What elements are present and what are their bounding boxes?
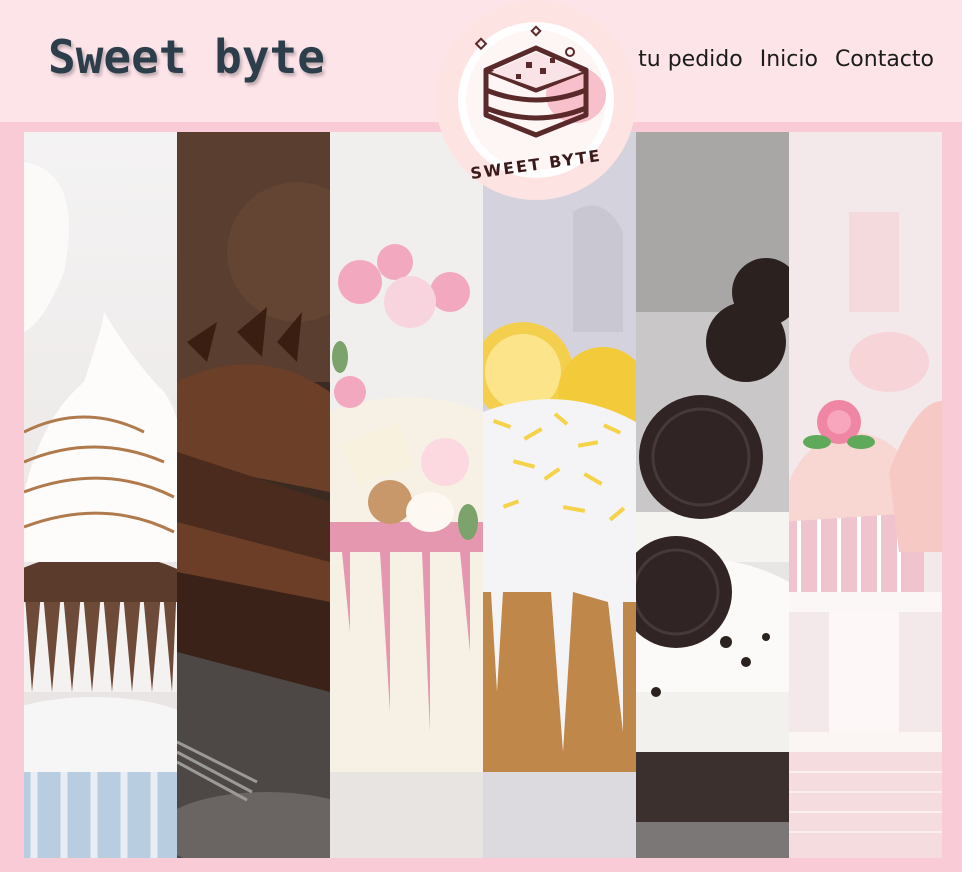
drip-cake-image [330,132,483,858]
brand-title: Sweet byte [48,30,325,84]
meringue-cupcake-image [24,132,177,858]
dessert-gallery [24,132,942,858]
lemon-cake-image [483,132,636,858]
nav-link-contacto[interactable]: Contacto [835,47,934,72]
rose-cupcake-image [789,132,942,858]
main-nav: tu pedido Inicio Contacto [638,47,934,72]
cake-slice-logo-icon: SWEET BYTE [458,22,614,183]
oreo-dessert-image [636,132,789,858]
nav-link-inicio[interactable]: Inicio [760,47,818,72]
chocolate-cake-image [177,132,330,858]
sweet-byte-logo[interactable]: SWEET BYTE [436,0,636,200]
nav-link-tu-pedido[interactable]: tu pedido [638,47,743,72]
